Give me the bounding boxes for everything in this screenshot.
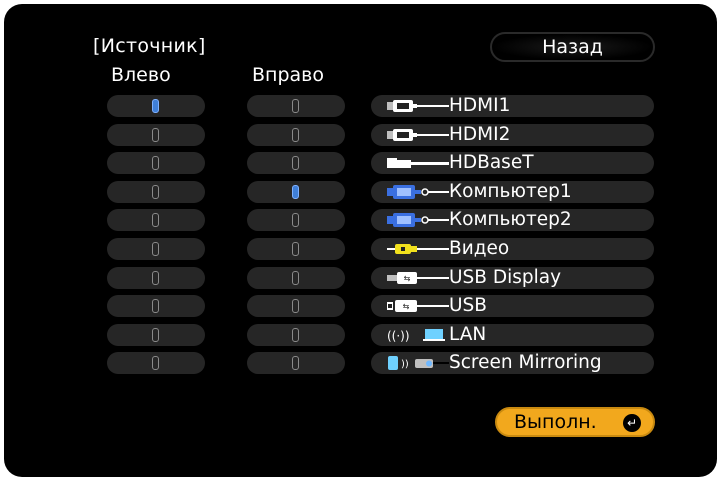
source-label: HDMI1 — [449, 95, 511, 116]
toggle-knob — [292, 299, 299, 314]
source-label: LAN — [449, 323, 487, 345]
source-row[interactable]: ⇆ USB — [371, 295, 654, 318]
right-toggle[interactable] — [247, 209, 345, 232]
left-toggle[interactable] — [107, 238, 205, 260]
left-toggle[interactable] — [107, 152, 205, 175]
toggle-knob — [152, 356, 159, 371]
source-label: HDMI2 — [449, 123, 511, 145]
left-toggle[interactable] — [107, 95, 205, 117]
source-label: Видео — [449, 238, 510, 259]
toggle-knob — [152, 299, 159, 314]
toggle-knob — [292, 270, 299, 285]
toggle-knob — [152, 184, 159, 199]
right-toggle[interactable] — [247, 295, 345, 318]
toggle-knob — [152, 99, 159, 113]
source-label: Screen Mirroring — [449, 352, 602, 374]
right-toggle[interactable] — [247, 180, 345, 203]
right-toggle[interactable] — [247, 352, 345, 375]
source-label: Компьютер1 — [449, 180, 572, 202]
source-row[interactable]: Компьютер2 — [371, 209, 654, 232]
svg-text:⇆: ⇆ — [404, 274, 411, 283]
right-toggle[interactable] — [247, 266, 345, 289]
projector-source-menu: [Источник] Влево Вправо Назад HDMI1 HDMI2… — [4, 4, 717, 477]
source-row[interactable]: ⇆ USB Display — [371, 266, 654, 289]
toggle-knob — [292, 213, 299, 228]
toggle-knob — [292, 242, 299, 256]
screen-mirroring-icon: )) — [385, 355, 451, 371]
left-toggle[interactable] — [107, 323, 205, 346]
toggle-knob — [152, 327, 159, 342]
right-toggle[interactable] — [247, 95, 345, 117]
left-toggle[interactable] — [107, 209, 205, 232]
right-column-label: Вправо — [252, 64, 324, 86]
computer-vga-icon — [385, 184, 451, 200]
toggle-knob — [292, 327, 299, 342]
source-row[interactable]: Компьютер1 — [371, 180, 654, 203]
hdmi-icon — [385, 98, 451, 114]
usb-icon: ⇆ — [385, 298, 451, 314]
back-button[interactable]: Назад — [490, 32, 655, 62]
hdbaset-icon — [385, 155, 451, 171]
menu-title: [Источник] — [93, 35, 206, 57]
source-row[interactable]: )) Screen Mirroring — [371, 352, 654, 375]
execute-button[interactable]: Выполн. ↵ — [495, 407, 655, 437]
toggle-knob — [152, 242, 159, 256]
computer-vga-icon — [385, 212, 451, 228]
source-row[interactable]: Видео — [371, 238, 654, 260]
source-row[interactable]: HDMI1 — [371, 95, 654, 117]
toggle-knob — [292, 184, 299, 199]
usb-display-icon: ⇆ — [385, 270, 451, 286]
toggle-knob — [292, 127, 299, 142]
toggle-knob — [292, 156, 299, 171]
enter-icon: ↵ — [623, 414, 641, 432]
toggle-knob — [152, 127, 159, 142]
source-label: USB — [449, 295, 487, 317]
toggle-knob — [292, 356, 299, 371]
svg-text:((·)): ((·)) — [387, 329, 410, 343]
right-toggle[interactable] — [247, 238, 345, 260]
left-toggle[interactable] — [107, 180, 205, 203]
video-rca-icon — [385, 241, 451, 257]
svg-text:⇆: ⇆ — [403, 302, 410, 311]
source-row[interactable]: HDMI2 — [371, 123, 654, 146]
left-toggle[interactable] — [107, 295, 205, 318]
right-toggle[interactable] — [247, 152, 345, 175]
lan-icon: ((·)) — [385, 327, 451, 343]
source-label: USB Display — [449, 266, 562, 288]
left-toggle[interactable] — [107, 266, 205, 289]
right-toggle[interactable] — [247, 123, 345, 146]
source-label: HDBaseT — [449, 152, 534, 174]
left-toggle[interactable] — [107, 352, 205, 375]
source-label: Компьютер2 — [449, 209, 572, 231]
execute-label: Выполн. — [514, 411, 597, 433]
toggle-knob — [152, 270, 159, 285]
hdmi-icon — [385, 127, 451, 143]
left-toggle[interactable] — [107, 123, 205, 146]
source-row[interactable]: HDBaseT — [371, 152, 654, 175]
svg-text:)): )) — [401, 359, 409, 370]
right-toggle[interactable] — [247, 323, 345, 346]
left-column-label: Влево — [111, 64, 171, 86]
toggle-knob — [292, 99, 299, 113]
toggle-knob — [152, 213, 159, 228]
source-row[interactable]: ((·)) LAN — [371, 323, 654, 346]
toggle-knob — [152, 156, 159, 171]
